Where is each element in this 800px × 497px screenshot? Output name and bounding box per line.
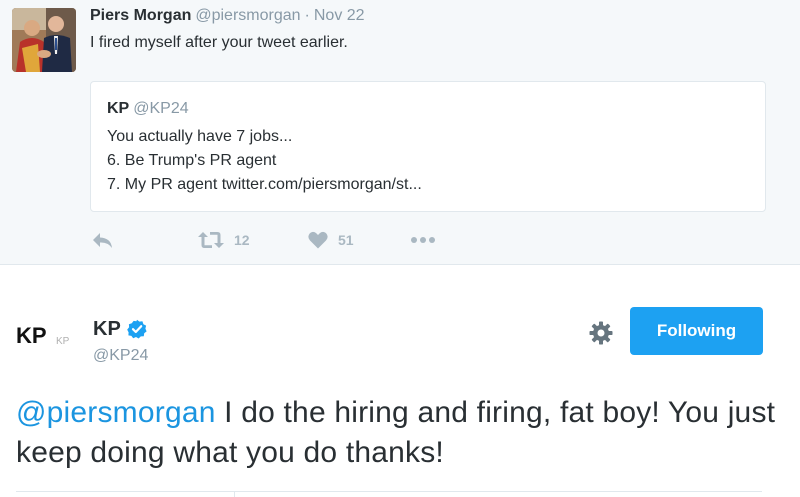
divider-tick [234, 491, 235, 497]
reply-button[interactable] [92, 228, 114, 252]
retweet-button[interactable]: 12 [198, 228, 250, 252]
parent-tweet-text: I fired myself after your tweet earlier. [90, 34, 348, 51]
like-button[interactable]: 51 [308, 228, 354, 252]
reply-icon [93, 233, 112, 248]
tweet-actions: 12 51 [90, 228, 490, 252]
quoted-author-handle: @KP24 [133, 100, 189, 117]
retweet-icon [198, 232, 224, 248]
main-tweet: KP KP KP @KP24 Following @piersmorgan I … [0, 266, 800, 497]
more-dots-icon [411, 237, 435, 243]
parent-tweet[interactable]: Piers Morgan @piersmorgan · Nov 22 I fired … [0, 0, 800, 265]
quoted-author-name: KP [107, 100, 130, 117]
quoted-text-line: 7. My PR agent twitter.com/piersmorgan/s… [107, 176, 422, 193]
main-author-row: KP [93, 316, 147, 342]
settings-button[interactable] [588, 320, 614, 346]
kp-logo-icon: KP KP [16, 323, 70, 348]
parent-author-handle[interactable]: @piersmorgan [195, 7, 300, 24]
following-button[interactable]: Following [630, 307, 763, 355]
retweet-count: 12 [234, 232, 250, 248]
main-avatar[interactable]: KP KP [14, 318, 82, 352]
tweet-page: Piers Morgan @piersmorgan · Nov 22 I fired … [0, 0, 800, 497]
kp-logo-text: KP [16, 323, 47, 348]
quoted-text-line: You actually have 7 jobs... [107, 128, 293, 145]
divider [16, 491, 762, 492]
parent-timestamp[interactable]: Nov 22 [314, 7, 365, 24]
kp-logo-small-text: KP [56, 336, 70, 347]
avatar-photo-icon [12, 8, 76, 72]
parent-avatar[interactable] [12, 8, 76, 72]
like-count: 51 [338, 232, 354, 248]
quoted-tweet-card[interactable]: KP @KP24 You actually have 7 jobs... 6. B… [90, 81, 766, 212]
main-author-name[interactable]: KP [93, 318, 121, 341]
main-tweet-text: @piersmorgan I do the hiring and firing,… [16, 393, 776, 473]
verified-badge-icon [126, 319, 147, 339]
quoted-tweet-header: KP @KP24 [107, 98, 189, 120]
quoted-text-line: 6. Be Trump's PR agent [107, 152, 277, 169]
header-separator: · [304, 7, 310, 24]
parent-author-name[interactable]: Piers Morgan [90, 7, 191, 24]
gear-icon [589, 321, 613, 345]
more-button[interactable] [410, 228, 436, 252]
heart-icon [308, 231, 328, 249]
mention-link[interactable]: @piersmorgan [16, 396, 216, 429]
parent-tweet-header: Piers Morgan @piersmorgan · Nov 22 [90, 6, 365, 26]
main-author-handle[interactable]: @KP24 [93, 346, 148, 366]
